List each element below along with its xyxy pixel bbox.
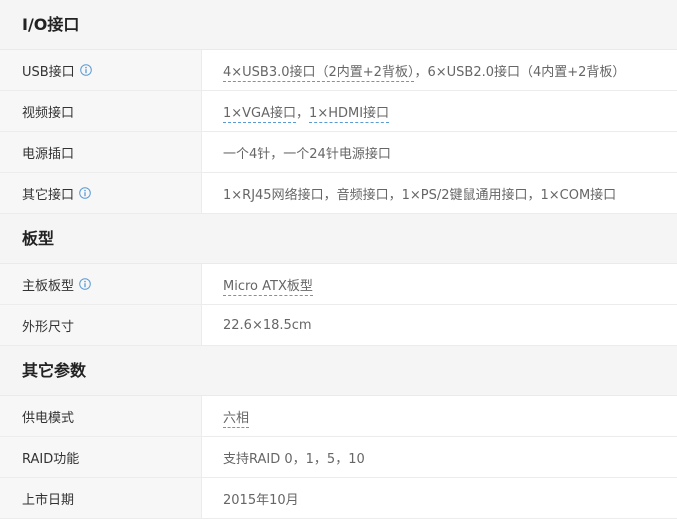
spec-value: 支持RAID 0，1，5，10	[202, 448, 677, 467]
spec-value-link[interactable]: Micro ATX板型	[223, 278, 313, 296]
spec-row: 外形尺寸 22.6×18.5cm	[0, 305, 677, 346]
spec-label: 电源插口	[22, 146, 75, 162]
section-title: 板型	[0, 214, 677, 264]
spec-value: 1×RJ45网络接口，音频接口，1×PS/2键鼠通用接口，1×COM接口	[202, 184, 677, 203]
spec-value: 22.6×18.5cm	[202, 318, 677, 333]
spec-value-link[interactable]: 4×USB3.0接口（2内置+2背板）	[223, 64, 415, 82]
spec-value-text: 一个4针，一个24针电源接口	[223, 146, 391, 162]
spec-label: 其它接口	[22, 187, 75, 203]
spec-value-text: 2015年10月	[223, 492, 299, 508]
info-icon[interactable]	[79, 278, 91, 290]
spec-label-cell: USB接口	[0, 50, 202, 90]
spec-label-cell: 外形尺寸	[0, 305, 202, 345]
spec-value: 1×VGA接口，1×HDMI接口	[202, 102, 677, 123]
spec-value-text: 1×RJ45网络接口，音频接口，1×PS/2键鼠通用接口，1×COM接口	[223, 187, 617, 203]
spec-row: USB接口 4×USB3.0接口（2内置+2背板），6×USB2.0接口（4内置+…	[0, 50, 677, 91]
spec-value: 2015年10月	[202, 489, 677, 508]
section-title: 其它参数	[0, 346, 677, 396]
spec-label-cell: 电源插口	[0, 132, 202, 172]
spec-value-text: 22.6×18.5cm	[223, 317, 312, 333]
spec-label: 主板板型	[22, 278, 75, 294]
info-icon[interactable]	[79, 187, 91, 199]
spec-value: 六相	[202, 407, 677, 428]
spec-label: USB接口	[22, 64, 75, 80]
spec-label: 外形尺寸	[22, 319, 75, 335]
spec-label-cell: RAID功能	[0, 437, 202, 477]
spec-row: 其它接口 1×RJ45网络接口，音频接口，1×PS/2键鼠通用接口，1×COM接口	[0, 173, 677, 214]
spec-value-text: ，	[296, 105, 310, 121]
spec-label-cell: 主板板型	[0, 264, 202, 304]
spec-value-link[interactable]: 1×HDMI接口	[309, 105, 390, 123]
spec-row: 上市日期 2015年10月	[0, 478, 677, 519]
spec-value-text: 支持RAID 0，1，5，10	[223, 451, 365, 467]
spec-row: 供电模式 六相	[0, 396, 677, 437]
spec-value-link[interactable]: 六相	[223, 410, 250, 428]
spec-row: 电源插口 一个4针，一个24针电源接口	[0, 132, 677, 173]
spec-row: 主板板型 Micro ATX板型	[0, 264, 677, 305]
info-icon[interactable]	[79, 64, 92, 76]
spec-label: 供电模式	[22, 410, 75, 426]
spec-value: 一个4针，一个24针电源接口	[202, 143, 677, 162]
spec-value: Micro ATX板型	[202, 275, 677, 296]
spec-value: 4×USB3.0接口（2内置+2背板），6×USB2.0接口（4内置+2背板）	[202, 61, 677, 82]
spec-label-cell: 上市日期	[0, 478, 202, 518]
spec-table: I/O接口 USB接口 4×USB3.0接口（2内置+2背板），6×USB2.0接口…	[0, 0, 677, 519]
spec-value-text: ，6×USB2.0接口（4内置+2背板）	[414, 64, 626, 80]
spec-row: 视频接口 1×VGA接口，1×HDMI接口	[0, 91, 677, 132]
spec-label: 上市日期	[22, 492, 75, 508]
spec-label-cell: 其它接口	[0, 173, 202, 213]
spec-label: RAID功能	[22, 451, 80, 467]
section-title: I/O接口	[0, 0, 677, 50]
spec-row: RAID功能 支持RAID 0，1，5，10	[0, 437, 677, 478]
spec-label-cell: 供电模式	[0, 396, 202, 436]
spec-label: 视频接口	[22, 105, 75, 121]
spec-label-cell: 视频接口	[0, 91, 202, 131]
spec-value-link[interactable]: 1×VGA接口	[223, 105, 297, 123]
